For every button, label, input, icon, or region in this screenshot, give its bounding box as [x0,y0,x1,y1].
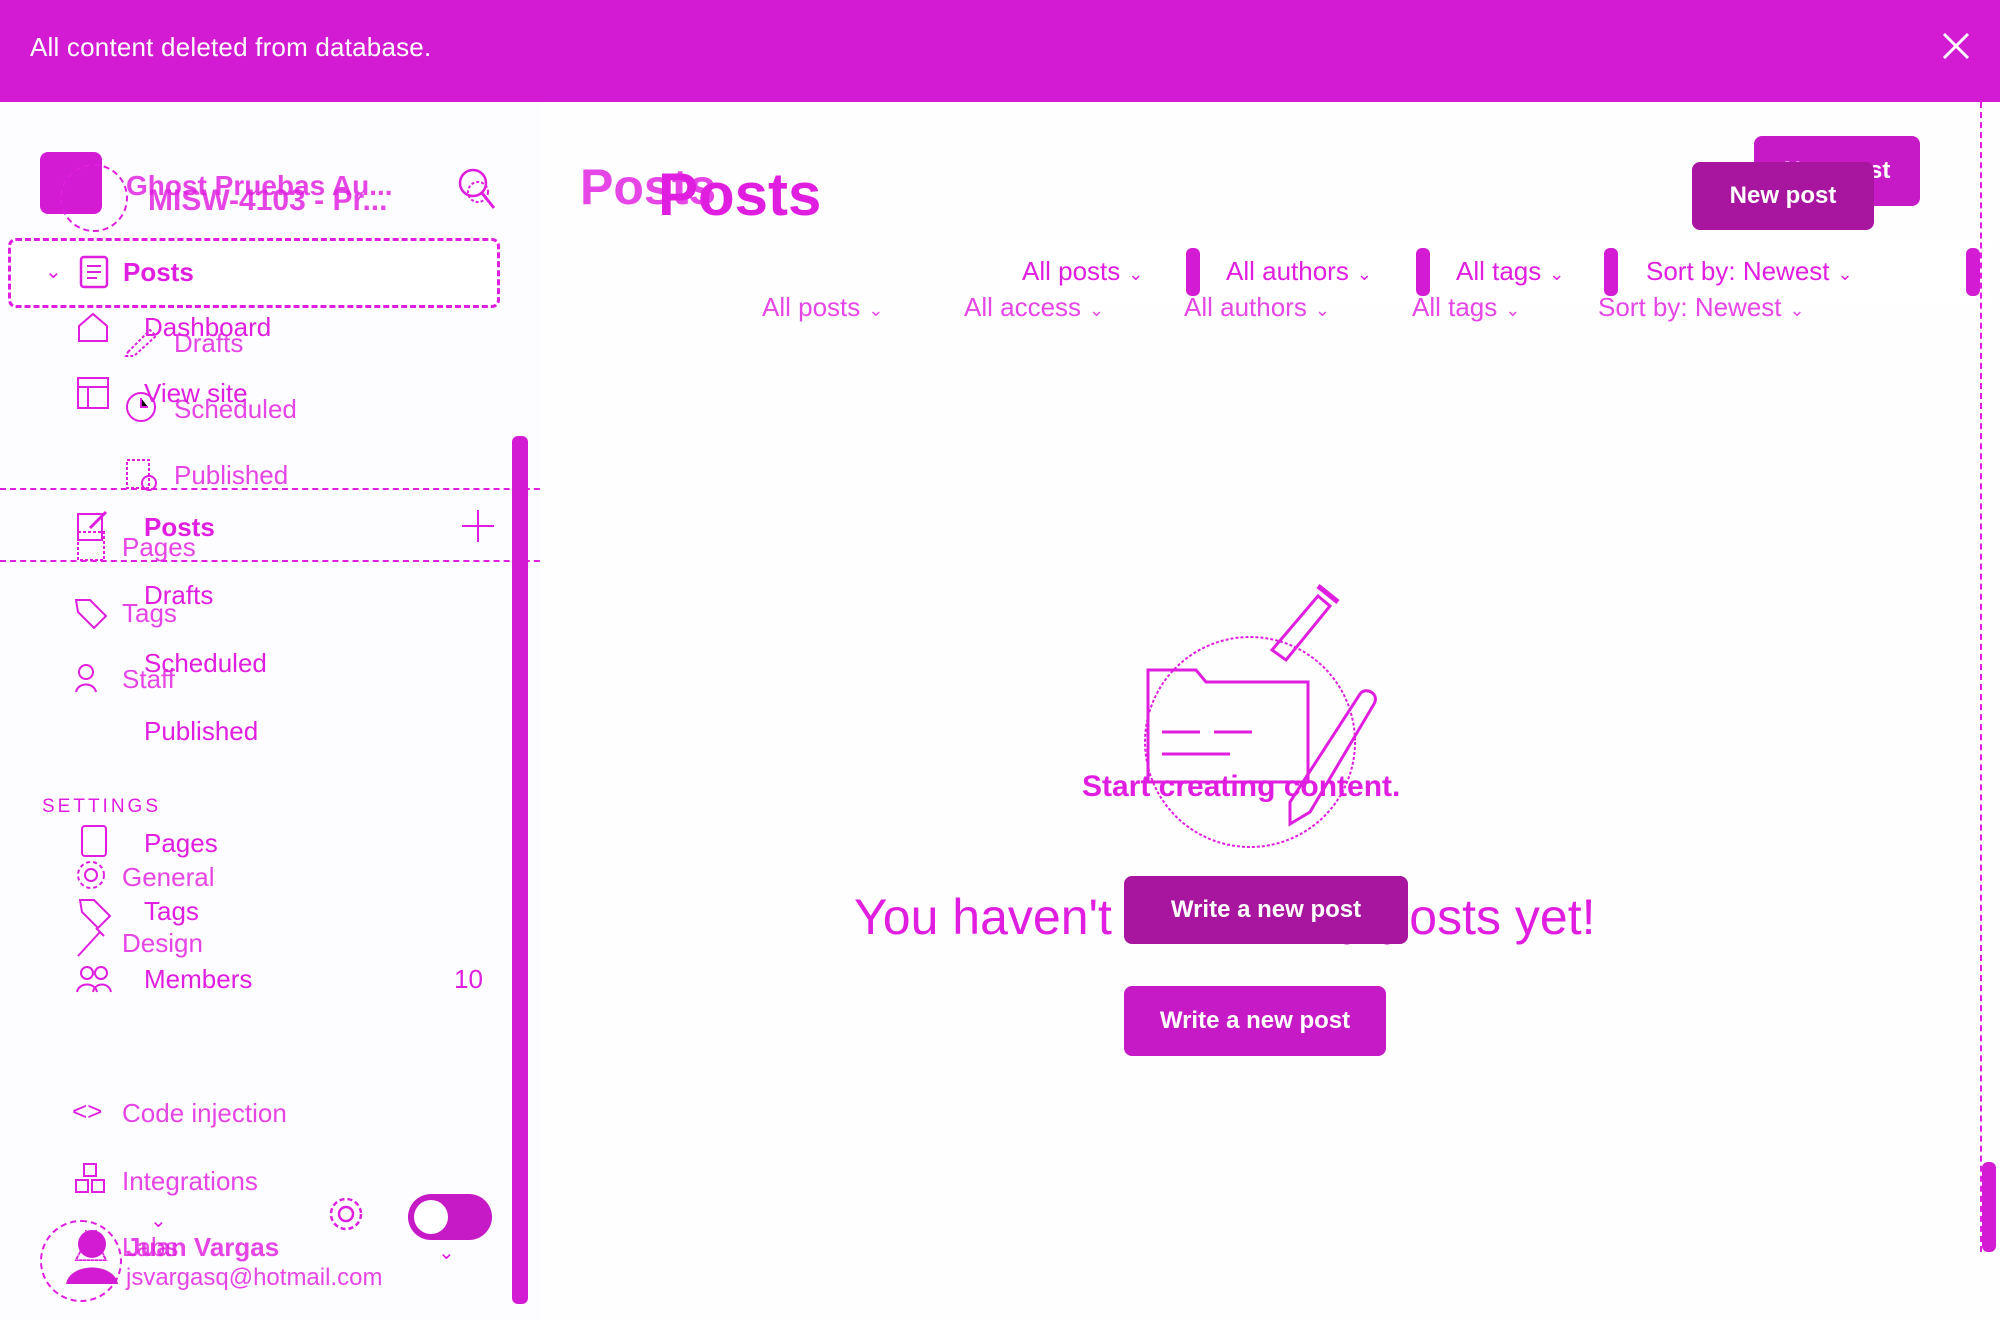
new-post-label-alt: New post [1729,182,1837,209]
filter-label: All authors [1184,292,1307,322]
filter-all-authors-alt[interactable]: All authors ⌄ [1184,292,1330,323]
user-email: jsvargasq@hotmail.com [126,1264,383,1291]
sidebar-item-label: Posts [123,257,194,287]
chevron-down-icon: ⌄ [1128,264,1144,284]
chevron-down-icon: ⌄ [1089,300,1105,320]
sidebar-item-design[interactable]: Design [122,928,203,959]
chevron-down-icon: ⌄ [1549,264,1565,284]
divider [1416,248,1430,296]
chevron-down-icon[interactable]: ⌄ [150,1208,167,1233]
write-new-post-button[interactable]: Write a new post [1124,986,1386,1056]
pages-icon-alt [76,530,108,567]
sidebar-item-posts-active[interactable]: ⌄ Posts [8,238,500,308]
chevron-down-icon: ⌄ [438,1242,455,1264]
published-icon [124,458,158,497]
filter-label: All access [964,292,1082,322]
filter-label: All tags [1456,256,1542,286]
filter-all-posts[interactable]: All posts ⌄ [1022,256,1143,287]
members-icon [76,964,112,999]
sidebar-item-tags-alt[interactable]: Tags [122,598,177,629]
staff-icon [74,662,108,701]
filter-sort-alt[interactable]: Sort by: Newest ⌄ [1598,292,1805,323]
sidebar-item-members[interactable]: Members [144,964,252,995]
filter-sort[interactable]: Sort by: Newest ⌄ [1646,256,1853,287]
filter-label: Sort by: Newest [1646,256,1830,286]
sidebar-item-tags[interactable]: Tags [144,896,199,927]
filter-label: All authors [1226,256,1349,286]
page-title: Posts [658,161,822,228]
chevron-down-icon: ⌄ [1356,264,1372,284]
sidebar-item-general[interactable]: General [122,862,215,893]
banner-message: All content deleted from database. [30,32,432,62]
brush-icon [74,924,108,963]
sidebar-item-scheduled-alt[interactable]: Scheduled [174,394,297,425]
empty-state-title-alt: Start creating content. [1082,770,1401,803]
main-scrollbar[interactable] [1982,1162,1996,1252]
home-icon [76,310,110,349]
notification-banner: All content deleted from database. [0,0,2000,102]
chevron-down-icon: ⌄ [45,261,62,283]
filter-label: All posts [1022,256,1121,286]
main-scrollbar-track [1980,102,2000,1252]
main-content: Posts Posts New post New post All posts⌄… [540,102,2000,1320]
divider [0,488,560,490]
avatar[interactable] [40,1220,122,1302]
site-title-alt[interactable]: MISW-4103 - Pr... [148,184,387,218]
sidebar-item-published-alt[interactable]: Published [174,460,288,491]
tag-icon [74,596,108,635]
gear-icon [74,858,108,897]
chevron-down-icon: ⌄ [1314,300,1330,320]
sidebar: Ghost Pruebas Au... MISW-4103 - Pr... ⌄ … [0,102,560,1320]
divider [1186,248,1200,296]
sidebar-item-integrations[interactable]: Integrations [122,1166,258,1197]
filter-label: Sort by: Newest [1598,292,1782,322]
chevron-down-icon: ⌄ [868,300,884,320]
clock-icon [124,390,158,429]
chevron-down-icon: ⌄ [1505,300,1521,320]
filter-label: All tags [1412,292,1498,322]
write-new-post-button-alt[interactable]: Write a new post [1124,876,1408,944]
chevron-down-icon: ⌄ [1789,300,1805,320]
filter-all-tags[interactable]: All tags ⌄ [1456,256,1564,287]
search-icon[interactable] [456,166,496,217]
filter-all-authors[interactable]: All authors ⌄ [1226,256,1372,287]
code-icon-glyph: <> [72,1096,103,1126]
sidebar-scrollbar[interactable] [512,436,528,1304]
sidebar-item-pages[interactable]: Pages [144,828,218,859]
filter-label: All posts [762,292,861,322]
write-new-post-label-alt: Write a new post [1170,896,1362,923]
posts-icon [79,255,109,294]
window-icon [76,376,110,415]
toggle-knob [414,1200,448,1234]
settings-heading: SETTINGS [42,796,162,817]
site-icon-ring [60,164,128,232]
sidebar-item-staff-alt[interactable]: Staff [122,664,175,695]
user-name: Juan Vargas [126,1232,280,1262]
sidebar-item-pages-alt[interactable]: Pages [122,532,196,563]
divider [1966,248,1980,296]
chevron-down-icon: ⌄ [1837,264,1853,284]
theme-toggle[interactable] [408,1194,492,1240]
divider [1604,248,1618,296]
sidebar-item-code-injection[interactable]: Code injection [122,1098,287,1129]
settings-gear-icon[interactable] [326,1194,366,1239]
add-post-icon[interactable] [460,508,496,549]
sidebar-item-published[interactable]: Published [144,716,258,747]
members-count: 10 [454,964,483,994]
filter-all-tags-alt[interactable]: All tags ⌄ [1412,292,1520,323]
pencil-icon [124,326,160,361]
close-icon[interactable] [1938,28,1974,64]
sidebar-item-drafts-alt[interactable]: Drafts [174,328,243,359]
filter-all-access[interactable]: All access ⌄ [964,292,1104,323]
write-new-post-label: Write a new post [1159,1007,1351,1034]
empty-state-illustration [1140,582,1400,867]
integrations-icon [74,1162,108,1201]
new-post-button-alt[interactable]: New post [1692,162,1874,230]
filter-all-posts-alt[interactable]: All posts ⌄ [762,292,883,323]
